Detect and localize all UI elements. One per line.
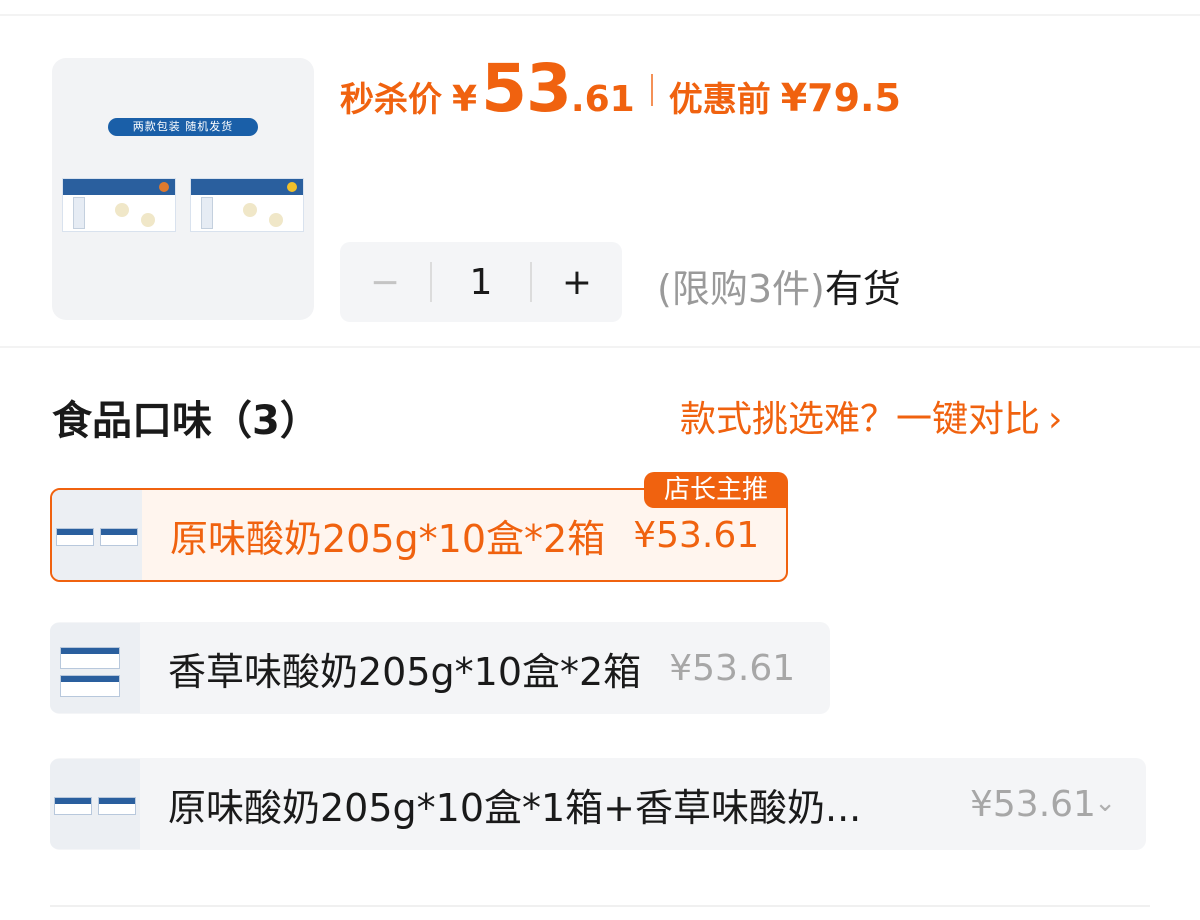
chevron-down-icon[interactable]: ⌄ xyxy=(1094,788,1116,818)
option-thumbnail xyxy=(50,759,140,849)
option-thumbnail xyxy=(52,490,142,580)
price-integer: 53 xyxy=(481,50,572,127)
compare-styles-link[interactable]: 款式挑选难？一键对比 › xyxy=(680,390,1062,442)
stock-status: (限购3件)有货 xyxy=(657,258,901,313)
quantity-stepper: − 1 + xyxy=(340,242,622,322)
price-row: 秒杀价 ¥ 53 .61 优惠前 ¥79.5 xyxy=(340,50,901,130)
option-price: ¥53.61 xyxy=(633,514,760,556)
option-thumbnail xyxy=(50,623,140,713)
package-image xyxy=(190,178,304,232)
product-sku-panel: 两款包装 随机发货 秒杀价 ¥ 53 .61 优惠前 ¥79.5 − 1 + (… xyxy=(0,0,1200,920)
compare-link-label: 款式挑选难？一键对比 xyxy=(680,399,1041,440)
recommended-badge: 店长主推 xyxy=(644,472,788,508)
stock-availability: 有货 xyxy=(824,267,901,311)
option-price: ¥53.61 xyxy=(970,783,1096,825)
currency-symbol: ¥ xyxy=(452,79,478,120)
decrease-quantity-button[interactable]: − xyxy=(340,242,430,322)
purchase-limit: (限购3件) xyxy=(657,267,825,311)
package-image xyxy=(62,178,176,232)
increase-quantity-button[interactable]: + xyxy=(532,242,622,322)
quantity-value[interactable]: 1 xyxy=(432,262,530,303)
option-name: 原味酸奶205g*10盒*1箱+香草味酸奶... xyxy=(168,785,862,830)
price-decimal: .61 xyxy=(570,79,635,120)
original-price: ¥79.5 xyxy=(780,76,901,120)
flash-sale-label: 秒杀价 xyxy=(340,80,442,120)
divider xyxy=(0,346,1200,348)
option-name: 原味酸奶205g*10盒*2箱 xyxy=(170,516,606,561)
product-thumbnail[interactable]: 两款包装 随机发货 xyxy=(52,58,314,320)
chevron-right-icon: › xyxy=(1048,399,1063,440)
price-separator xyxy=(650,74,653,106)
option-name: 香草味酸奶205g*10盒*2箱 xyxy=(168,649,642,694)
thumbnail-banner: 两款包装 随机发货 xyxy=(108,118,258,136)
divider xyxy=(0,14,1200,16)
flavor-section-title: 食品口味（3） xyxy=(52,398,320,444)
divider xyxy=(50,905,1150,907)
option-price: ¥53.61 xyxy=(669,647,796,689)
flavor-option[interactable]: 香草味酸奶205g*10盒*2箱 ¥53.61 xyxy=(50,622,830,714)
flavor-option[interactable]: 原味酸奶205g*10盒*1箱+香草味酸奶... ¥53.61 ⌄ xyxy=(50,758,1146,850)
original-price-label: 优惠前 xyxy=(668,80,771,120)
